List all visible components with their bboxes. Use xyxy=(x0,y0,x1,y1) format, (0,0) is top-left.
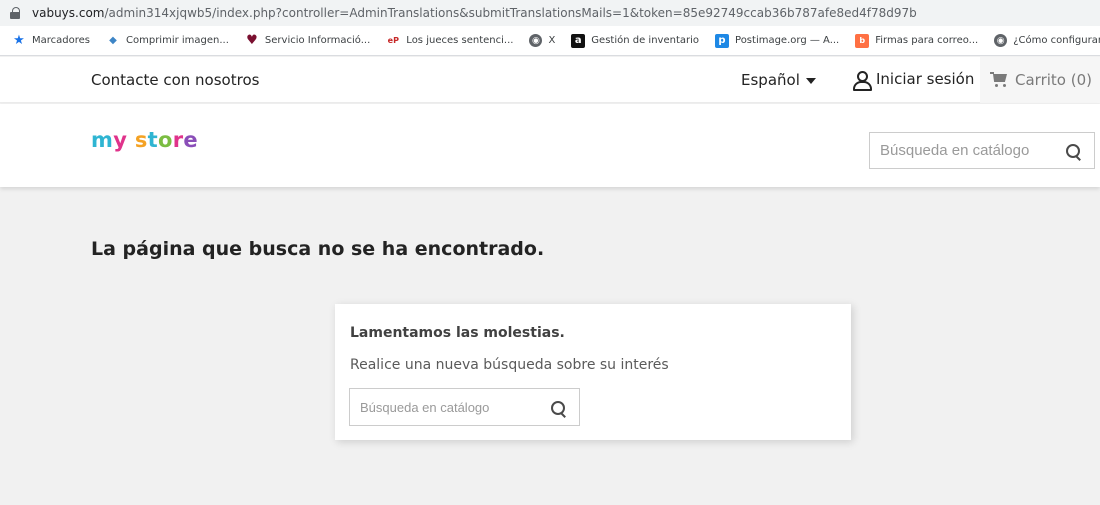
search-icon[interactable] xyxy=(1066,144,1082,160)
amazon-icon: a xyxy=(571,33,586,48)
url-host: vabuys.com xyxy=(32,6,105,20)
bookmark-marcadores[interactable]: ★ Marcadores xyxy=(12,33,90,48)
star-icon: ★ xyxy=(13,33,25,48)
page-title: La página que busca no se ha encontrado. xyxy=(91,238,545,260)
globe-icon: ◉ xyxy=(529,34,543,47)
url-path: /admin314xjqwb5/index.php?controller=Adm… xyxy=(104,6,917,20)
header-search-input[interactable] xyxy=(880,142,1060,159)
fish-icon: ◆ xyxy=(109,35,117,46)
bookmark-comprimir-imagen[interactable]: ◆ Comprimir imagen... xyxy=(106,34,229,48)
search-icon[interactable] xyxy=(551,401,567,417)
card-heading: Lamentamos las molestias. xyxy=(350,325,565,341)
cart-label: Carrito (0) xyxy=(1015,71,1092,89)
language-label: Español xyxy=(741,71,800,89)
bookmark-x[interactable]: ◉ X xyxy=(529,34,555,47)
login-label: Iniciar sesión xyxy=(876,70,975,88)
contact-link[interactable]: Contacte con nosotros xyxy=(91,71,259,89)
cart-button[interactable]: Carrito (0) xyxy=(980,57,1100,103)
bookmark-gestion-inventario[interactable]: a Gestión de inventario xyxy=(571,33,699,48)
bookmark-firmas-correo[interactable]: b Firmas para correo... xyxy=(855,33,978,48)
not-found-card: Lamentamos las molestias. Realice una nu… xyxy=(335,304,851,440)
postimage-icon: p xyxy=(715,33,730,48)
store-top-nav: Contacte con nosotros Español Iniciar se… xyxy=(0,57,1100,103)
card-search-box xyxy=(349,388,580,426)
address-bar[interactable]: vabuys.com/admin314xjqwb5/index.php?cont… xyxy=(0,0,1100,26)
bookmark-postimage[interactable]: p Postimage.org — A... xyxy=(715,33,839,48)
card-search-input[interactable] xyxy=(360,399,540,415)
store-header: my store xyxy=(0,104,1100,187)
login-link[interactable]: Iniciar sesión xyxy=(852,70,975,91)
language-selector[interactable]: Español xyxy=(741,71,816,89)
lock-icon xyxy=(10,7,22,19)
shopping-cart-icon xyxy=(990,71,1010,89)
bookmark-como-configurar[interactable]: ◉ ¿Cómo configurar l xyxy=(994,34,1100,47)
bookmark-los-jueces[interactable]: eP Los jueces sentenci... xyxy=(386,34,514,48)
firmas-icon: b xyxy=(855,33,870,48)
caret-down-icon xyxy=(805,77,816,84)
user-icon xyxy=(852,70,872,91)
globe-icon: ◉ xyxy=(994,34,1008,47)
card-text: Realice una nueva búsqueda sobre su inte… xyxy=(350,357,669,373)
store-logo[interactable]: my store xyxy=(91,128,198,152)
bookmarks-bar: ★ Marcadores ◆ Comprimir imagen... ♥ Servic… xyxy=(0,26,1100,56)
header-search-box xyxy=(869,132,1095,169)
bookmark-servicio-informacion[interactable]: ♥ Servicio Informació... xyxy=(245,33,370,48)
ep-icon: eP xyxy=(387,36,399,45)
heart-icon: ♥ xyxy=(246,33,258,48)
